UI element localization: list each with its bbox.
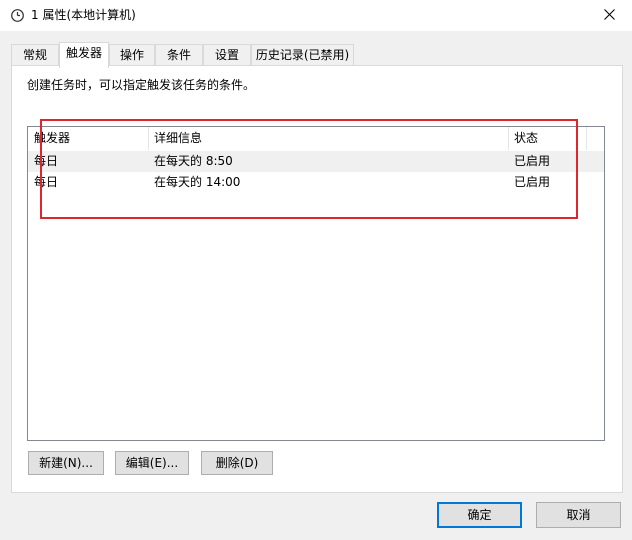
- tab-general[interactable]: 常规: [11, 44, 59, 66]
- window-title: 1 属性(本地计算机): [31, 8, 136, 22]
- column-header-details[interactable]: 详细信息: [148, 127, 508, 150]
- cancel-button[interactable]: 取消: [536, 502, 621, 528]
- tab-settings[interactable]: 设置: [203, 44, 251, 66]
- table-row[interactable]: 每日 在每天的 14:00 已启用: [28, 172, 604, 193]
- close-button[interactable]: [586, 0, 632, 31]
- tab-actions[interactable]: 操作: [109, 44, 155, 66]
- column-divider[interactable]: [586, 127, 587, 150]
- column-header-trigger[interactable]: 触发器: [28, 127, 148, 150]
- trigger-cell: 每日: [34, 154, 59, 168]
- trigger-cell: 每日: [34, 175, 59, 189]
- list-header: 触发器 详细信息 状态: [28, 127, 604, 150]
- status-cell: 已启用: [514, 154, 551, 168]
- delete-trigger-button[interactable]: 删除(D): [201, 451, 273, 475]
- panel-description: 创建任务时，可以指定触发该任务的条件。: [27, 78, 256, 92]
- column-header-status[interactable]: 状态: [508, 127, 588, 150]
- clock-icon: [11, 9, 24, 22]
- tab-history[interactable]: 历史记录(已禁用): [251, 44, 354, 66]
- tab-conditions[interactable]: 条件: [155, 44, 203, 66]
- tab-triggers[interactable]: 触发器: [59, 42, 109, 68]
- ok-button[interactable]: 确定: [437, 502, 522, 528]
- title-bar: 1 属性(本地计算机): [0, 0, 632, 31]
- triggers-list[interactable]: 触发器 详细信息 状态 每日 在每天的 8:50 已启用 每日 在每天的 14:…: [27, 126, 605, 441]
- details-cell: 在每天的 8:50: [154, 154, 233, 168]
- close-icon: [603, 8, 615, 23]
- tab-strip: 常规 触发器 操作 条件 设置 历史记录(已禁用): [0, 42, 632, 68]
- table-row[interactable]: 每日 在每天的 8:50 已启用: [28, 151, 604, 172]
- status-cell: 已启用: [514, 175, 551, 189]
- new-trigger-button[interactable]: 新建(N)...: [28, 451, 104, 475]
- edit-trigger-button[interactable]: 编辑(E)...: [115, 451, 189, 475]
- details-cell: 在每天的 14:00: [154, 175, 241, 189]
